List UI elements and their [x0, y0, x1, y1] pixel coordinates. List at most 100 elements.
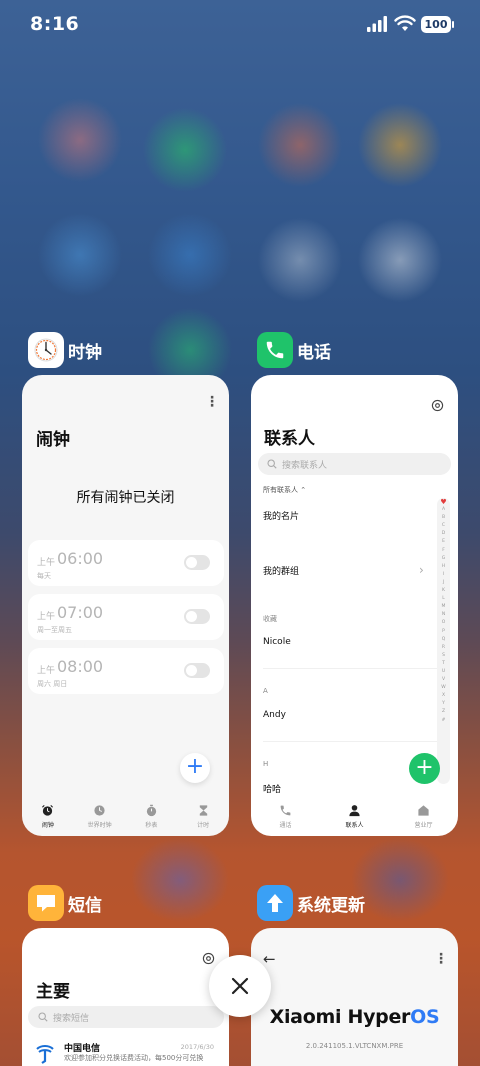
person-icon — [349, 805, 360, 817]
index-letter[interactable]: C — [437, 522, 450, 530]
message-item[interactable]: 中国电信 2017/6/30 欢迎参加积分兑换话费活动，每500分可兑换 — [34, 1041, 224, 1066]
alarm-item[interactable]: 上午 07:00 周一至周五 — [28, 594, 224, 640]
clock-app-card[interactable]: ⋮ 闹钟 所有闹钟已关闭 上午 06:00 每天 上午 07:00 周一至周五 … — [22, 375, 229, 836]
os-title: Xiaomi HyperOS — [251, 1006, 458, 1028]
index-letter[interactable]: H — [437, 563, 450, 571]
search-icon — [38, 1012, 48, 1022]
index-letter[interactable]: J — [437, 579, 450, 587]
stopwatch-icon — [146, 804, 157, 817]
alarm-toggle[interactable] — [184, 609, 210, 624]
alarm-item[interactable]: 上午 08:00 周六 周日 — [28, 648, 224, 694]
more-options-icon[interactable]: ⋮ — [434, 952, 448, 966]
favorites-header: 收藏 — [263, 615, 277, 623]
phone-app-name: 电话 — [297, 342, 331, 363]
alarm-ampm: 上午 — [37, 558, 56, 568]
index-letter[interactable]: R — [437, 644, 450, 652]
settings-icon[interactable] — [202, 952, 215, 965]
search-placeholder: 搜索联系人 — [282, 461, 328, 471]
tab-alarm[interactable]: 闹钟 — [22, 800, 74, 836]
alarm-repeat: 周一至周五 — [37, 626, 72, 634]
tab-label: 秒表 — [145, 822, 158, 829]
alarm-item[interactable]: 上午 06:00 每天 — [28, 540, 224, 586]
index-letter[interactable]: K — [437, 587, 450, 595]
index-letter[interactable]: Q — [437, 636, 450, 644]
contact-item[interactable]: 哈哈 — [263, 782, 281, 795]
index-letter[interactable]: B — [437, 514, 450, 522]
update-app-label[interactable]: 系统更新 — [257, 885, 365, 921]
page-title: 主要 — [36, 982, 70, 1002]
my-groups-item[interactable]: 我的群组 — [263, 564, 299, 577]
alarm-time: 07:00 — [57, 603, 104, 622]
index-letter[interactable]: Z — [437, 708, 450, 716]
index-letter[interactable]: # — [437, 717, 450, 725]
alarm-ampm: 上午 — [37, 612, 56, 622]
china-telecom-logo-icon — [36, 1045, 54, 1064]
index-letter[interactable]: G — [437, 555, 450, 563]
chevron-right-icon: › — [419, 563, 424, 577]
index-letter[interactable]: S — [437, 652, 450, 660]
divider — [263, 668, 439, 669]
settings-icon[interactable] — [431, 399, 444, 412]
clock-app-label[interactable]: 时钟 — [28, 332, 102, 368]
index-letter[interactable]: L — [437, 595, 450, 603]
phone-app-card[interactable]: 联系人 搜索联系人 所有联系人 ⌃ 我的名片 我的群组 › 收藏 Nicole … — [251, 375, 458, 836]
contact-item[interactable]: Andy — [263, 710, 286, 720]
back-arrow-icon[interactable]: ← — [263, 950, 276, 968]
index-letter[interactable]: N — [437, 611, 450, 619]
tab-calls[interactable]: 通话 — [251, 800, 320, 836]
clock-tab-bar: 闹钟 世界时钟 秒表 计时 — [22, 800, 229, 836]
index-letter[interactable]: E — [437, 538, 450, 546]
alarm-repeat: 周六 周日 — [37, 680, 68, 688]
contact-item[interactable]: Nicole — [263, 637, 291, 647]
section-header: A — [263, 687, 268, 695]
phone-app-icon — [257, 332, 293, 368]
more-options-icon[interactable]: ⋮ — [205, 395, 219, 409]
index-letter[interactable]: O — [437, 619, 450, 627]
index-letter[interactable]: D — [437, 530, 450, 538]
sms-app-name: 短信 — [68, 895, 102, 916]
battery-icon: 100 — [421, 16, 454, 33]
tab-label: 通话 — [279, 822, 292, 829]
sms-app-label[interactable]: 短信 — [28, 885, 102, 921]
tab-stopwatch[interactable]: 秒表 — [126, 800, 178, 836]
os-version: 2.0.241105.1.VLTCNXM.PRE — [305, 1042, 404, 1050]
favorites-heart-icon[interactable]: ♥ — [437, 498, 450, 506]
my-card-item[interactable]: 我的名片 — [263, 509, 299, 522]
add-contact-button[interactable]: + — [409, 753, 440, 784]
index-letter[interactable]: A — [437, 506, 450, 514]
tab-contacts[interactable]: 联系人 — [320, 800, 389, 836]
index-letter[interactable]: U — [437, 668, 450, 676]
sms-search-input[interactable]: 搜索短信 — [28, 1006, 224, 1028]
close-icon — [231, 977, 249, 995]
index-letter[interactable]: Y — [437, 700, 450, 708]
store-icon — [418, 805, 429, 816]
alarm-ampm: 上午 — [37, 666, 56, 676]
phone-app-label[interactable]: 电话 — [257, 332, 331, 368]
clear-all-button[interactable] — [209, 955, 271, 1017]
alarm-time: 08:00 — [57, 657, 104, 676]
index-letter[interactable]: X — [437, 692, 450, 700]
wifi-icon — [394, 15, 416, 31]
index-letter[interactable]: I — [437, 571, 450, 579]
alarm-toggle[interactable] — [184, 663, 210, 678]
status-bar: 8:16 100 — [0, 0, 480, 50]
alarm-toggle[interactable] — [184, 555, 210, 570]
tab-world-clock[interactable]: 世界时钟 — [74, 800, 126, 836]
index-letter[interactable]: W — [437, 684, 450, 692]
sms-app-card[interactable]: 主要 搜索短信 中国电信 2017/6/30 欢迎参加积分兑换话费活动，每500… — [22, 928, 229, 1066]
index-letter[interactable]: T — [437, 660, 450, 668]
system-update-app-card[interactable]: ← ⋮ Xiaomi HyperOS 2.0.241105.1.VLTCNXM.… — [251, 928, 458, 1066]
index-letter[interactable]: V — [437, 676, 450, 684]
system-update-app-icon — [257, 885, 293, 921]
alarm-clock-icon — [42, 804, 54, 816]
alphabet-index[interactable]: ♥ A B C D E F G H I J K L M N O P Q R S T U V W X Y Z # — [437, 498, 450, 784]
tab-service-hall[interactable]: 营业厅 — [389, 800, 458, 836]
index-letter[interactable]: F — [437, 547, 450, 555]
index-letter[interactable]: M — [437, 603, 450, 611]
index-letter[interactable]: P — [437, 628, 450, 636]
tab-timer[interactable]: 计时 — [177, 800, 229, 836]
all-contacts-filter[interactable]: 所有联系人 ⌃ — [263, 485, 306, 495]
contact-search-input[interactable]: 搜索联系人 — [258, 453, 451, 475]
add-alarm-button[interactable]: + — [180, 753, 210, 783]
alarm-repeat: 每天 — [37, 572, 51, 580]
